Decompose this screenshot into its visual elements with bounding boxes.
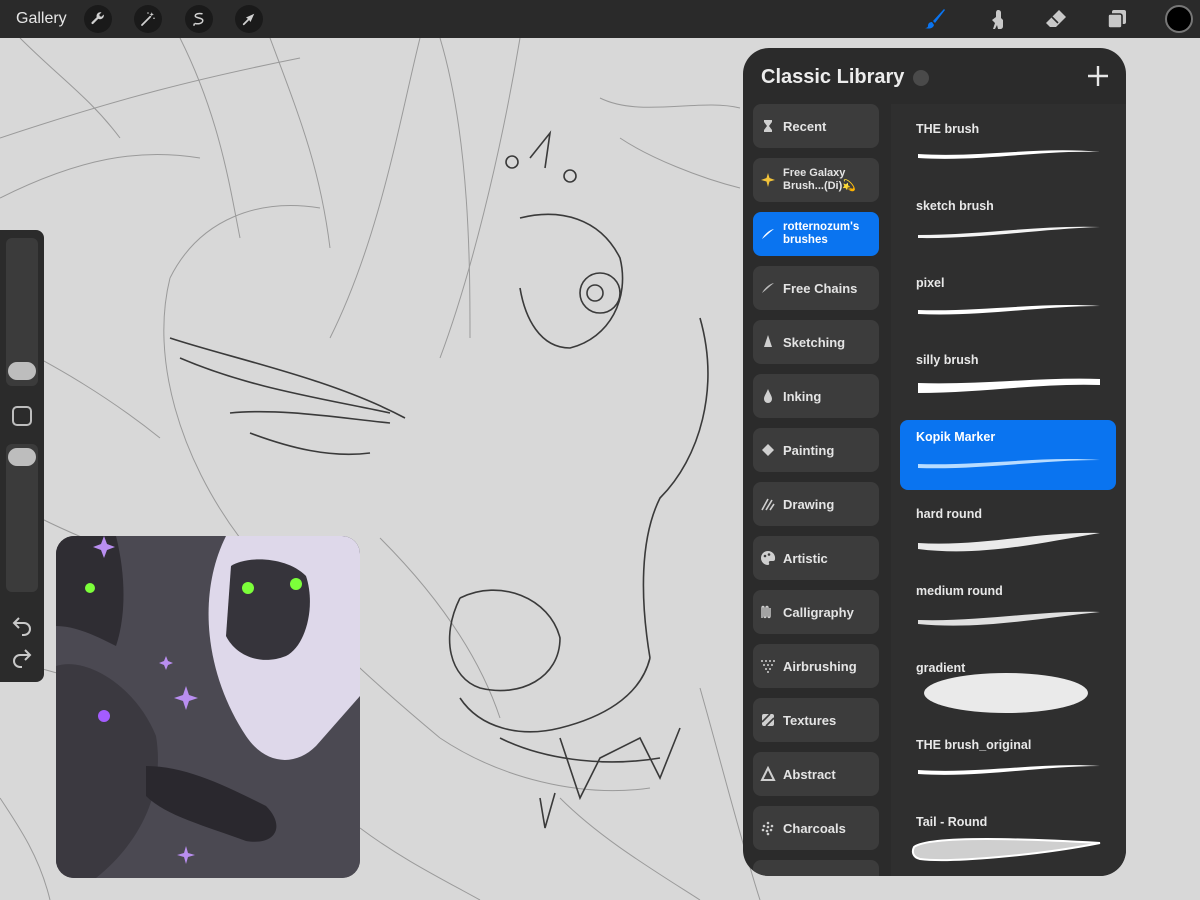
brush-size-thumb[interactable] (8, 362, 36, 380)
brush-library-panel: Classic Library Recent Free Galaxy Brush… (743, 48, 1126, 876)
brush-set-label: rotternozum's brushes (783, 221, 860, 246)
stroke-icon (753, 226, 783, 242)
transform-icon[interactable] (235, 5, 263, 33)
brush-stroke-preview (918, 378, 1100, 393)
wrench-icon[interactable] (84, 5, 112, 33)
ink-drop-icon (753, 388, 783, 404)
brush-set-rotternozum[interactable]: rotternozum's brushes (753, 212, 879, 256)
brush-set-label: Recent (783, 118, 827, 134)
redo-icon[interactable] (10, 648, 34, 672)
brush-item[interactable]: gradient (900, 651, 1116, 721)
brush-set-label: Drawing (783, 496, 835, 512)
brush-set-charcoals[interactable]: Charcoals (753, 806, 879, 850)
texture-icon (753, 712, 783, 728)
gallery-button[interactable]: Gallery (16, 10, 67, 28)
airbrush-icon (753, 658, 783, 674)
brush-set-label: Abstract (783, 766, 836, 782)
brush-item[interactable]: Tail - Round (900, 805, 1116, 875)
brush-set-label: Artistic (783, 550, 828, 566)
brush-set-textures[interactable]: Textures (753, 698, 879, 742)
smudge-icon[interactable] (981, 4, 1011, 34)
color-picker-button[interactable] (1165, 5, 1193, 33)
brush-item[interactable]: hard round (900, 497, 1116, 567)
galaxy-icon (753, 172, 783, 188)
brush-set-more[interactable] (753, 860, 879, 876)
brush-item[interactable]: THE brush_original (900, 728, 1116, 798)
brush-item[interactable]: THE brush (900, 112, 1116, 182)
brush-item[interactable]: medium round (900, 574, 1116, 644)
brush-set-label: Textures (783, 712, 837, 728)
brush-item[interactable]: sketch brush (900, 189, 1116, 259)
brush-set-artistic[interactable]: Artistic (753, 536, 879, 580)
modify-button[interactable] (12, 406, 32, 426)
brush-set-airbrushing[interactable]: Airbrushing (753, 644, 879, 688)
stroke-icon (753, 280, 783, 296)
brush-set-label: Sketching (783, 334, 846, 350)
triangle-icon (753, 766, 783, 782)
paint-bucket-icon (753, 442, 783, 458)
brush-set-label: Charcoals (783, 820, 846, 836)
brush-stroke-preview (918, 532, 1100, 552)
brush-set-painting[interactable]: Painting (753, 428, 879, 472)
brush-set-free-chains[interactable]: Free Chains (753, 266, 879, 310)
left-sidebar (0, 230, 44, 682)
brush-stroke-preview (918, 765, 1100, 775)
brush-stroke-preview (918, 459, 1100, 469)
pencil-tip-icon (753, 334, 783, 350)
drawing-icon (753, 496, 783, 512)
library-title[interactable]: Classic Library (761, 66, 904, 89)
brush-set-label: Free Chains (783, 280, 858, 296)
eraser-icon[interactable] (1041, 4, 1071, 34)
brush-set-label: Free Galaxy Brush...(Di)💫 (783, 167, 856, 192)
brush-set-list: Recent Free Galaxy Brush...(Di)💫 rottern… (753, 104, 879, 876)
brush-set-drawing[interactable]: Drawing (753, 482, 879, 526)
brush-set-label: Airbrushing (783, 658, 857, 674)
opacity-slider[interactable] (6, 444, 38, 592)
brush-set-calligraphy[interactable]: Calligraphy (753, 590, 879, 634)
reference-image[interactable] (56, 536, 360, 878)
brush-item[interactable]: Kopik Marker (900, 420, 1116, 490)
brush-icon[interactable] (920, 4, 950, 34)
chevron-down-icon[interactable] (913, 70, 929, 86)
brush-item[interactable]: silly brush (900, 343, 1116, 413)
brush-stroke-preview (924, 673, 1088, 713)
brush-stroke-preview (918, 611, 1100, 626)
brush-set-abstract[interactable]: Abstract (753, 752, 879, 796)
hourglass-icon (753, 118, 783, 134)
palette-icon (753, 550, 783, 566)
brush-set-free-galaxy[interactable]: Free Galaxy Brush...(Di)💫 (753, 158, 879, 202)
brush-stroke-preview (911, 838, 1101, 862)
brush-set-recent[interactable]: Recent (753, 104, 879, 148)
charcoal-icon (753, 820, 783, 836)
magic-wand-icon[interactable] (134, 5, 162, 33)
layers-icon[interactable] (1102, 4, 1132, 34)
brush-list: THE brush sketch brush pixel silly brush… (891, 104, 1126, 876)
brush-set-inking[interactable]: Inking (753, 374, 879, 418)
selection-icon[interactable] (185, 5, 213, 33)
brush-stroke-preview (918, 305, 1100, 315)
brush-set-sketching[interactable]: Sketching (753, 320, 879, 364)
brush-stroke-preview (918, 226, 1100, 239)
undo-icon[interactable] (10, 612, 34, 636)
brush-set-label: Inking (783, 388, 822, 404)
brush-set-label: Calligraphy (783, 604, 854, 620)
calligraphy-icon (753, 604, 783, 620)
brush-set-label: Painting (783, 442, 835, 458)
top-toolbar: Gallery (0, 0, 1200, 38)
brush-item[interactable]: pixel (900, 266, 1116, 336)
add-brush-icon[interactable] (1086, 64, 1110, 88)
brush-stroke-preview (918, 150, 1100, 159)
opacity-thumb[interactable] (8, 448, 36, 466)
